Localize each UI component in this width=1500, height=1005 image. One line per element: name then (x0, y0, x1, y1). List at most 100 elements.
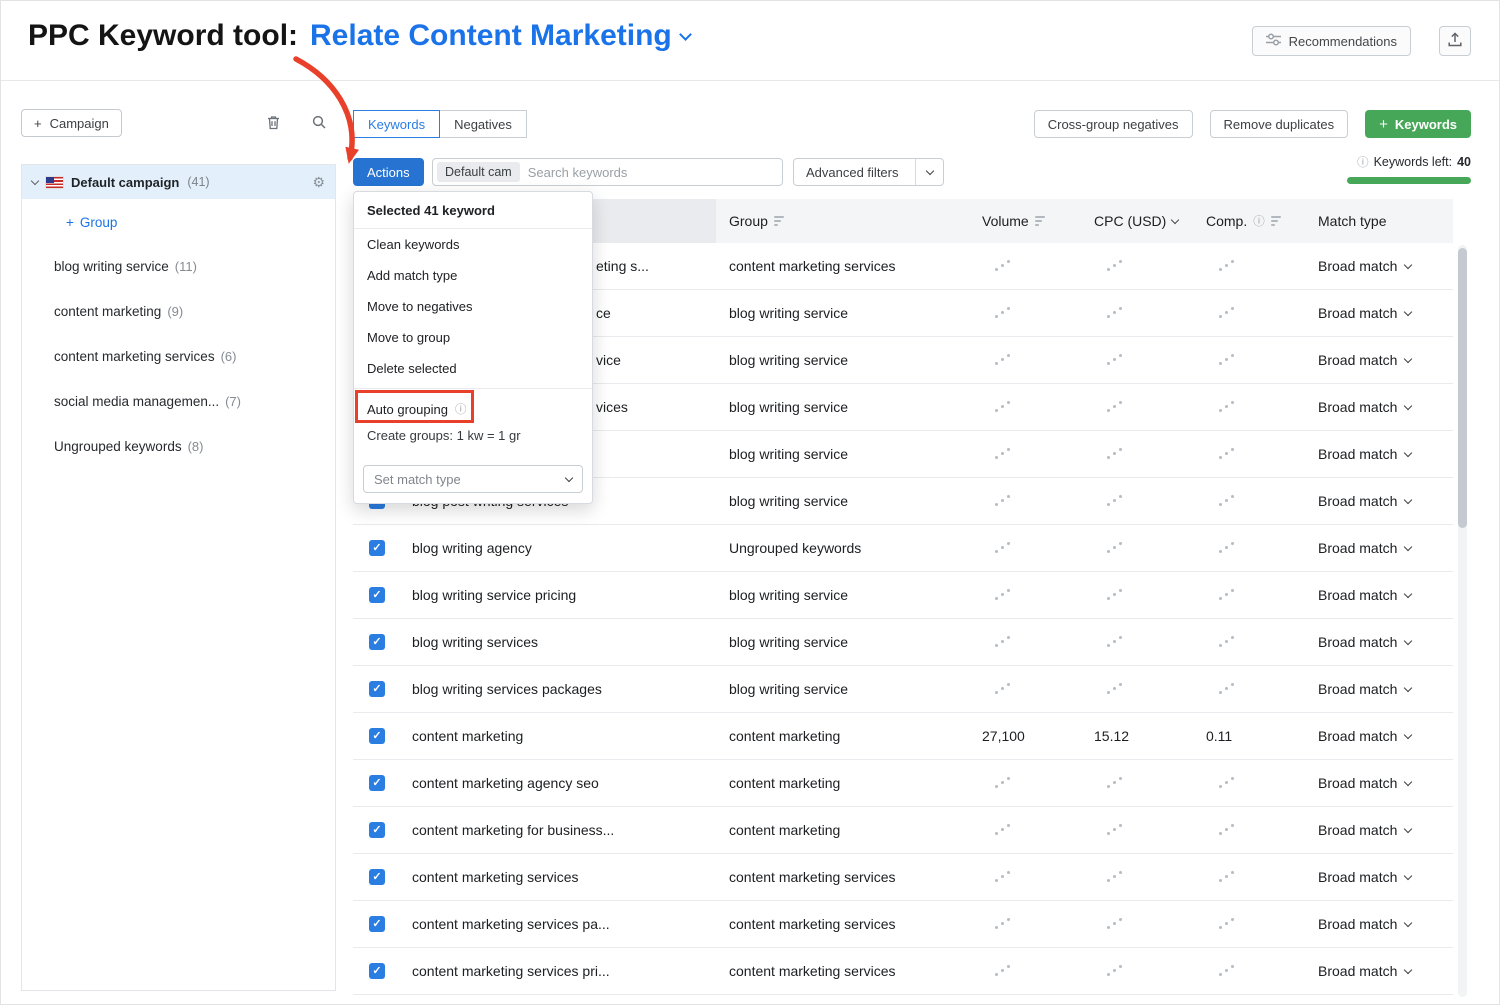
match-type-dropdown[interactable]: Broad match (1305, 822, 1445, 838)
na-dots-icon (1219, 589, 1234, 600)
add-campaign-button[interactable]: Campaign (21, 109, 122, 137)
menu-item[interactable]: Move to negatives (354, 291, 592, 322)
cpc-cell (1081, 822, 1193, 838)
table-row[interactable]: content marketing for business...content… (353, 807, 1453, 854)
match-type-dropdown[interactable]: Broad match (1305, 916, 1445, 932)
checkbox-checked-icon[interactable] (369, 587, 385, 603)
checkbox-checked-icon[interactable] (369, 775, 385, 791)
delete-campaign-button[interactable] (267, 115, 280, 133)
menu-item-auto-grouping[interactable]: Auto grouping (354, 393, 592, 425)
na-dots-icon (995, 401, 1010, 412)
na-dots-icon (1219, 401, 1234, 412)
row-checkbox-cell (353, 775, 401, 791)
menu-item[interactable]: Clean keywords (354, 229, 592, 260)
table-row[interactable]: content marketing agency seocontent mark… (353, 760, 1453, 807)
group-name: content marketing services (54, 349, 215, 364)
search-campaign-tag[interactable]: Default cam (437, 162, 520, 182)
menu-item[interactable]: Delete selected (354, 353, 592, 384)
tab-negatives[interactable]: Negatives (439, 110, 527, 138)
sidebar-group-item[interactable]: content marketing(9) (22, 289, 335, 334)
plus-icon (66, 215, 74, 230)
match-type-dropdown[interactable]: Broad match (1305, 681, 1445, 697)
na-dots-icon (1219, 871, 1234, 882)
group-count: (7) (225, 394, 241, 409)
checkbox-checked-icon[interactable] (369, 963, 385, 979)
na-dots-icon (1107, 965, 1122, 976)
remove-duplicates-button[interactable]: Remove duplicates (1210, 110, 1349, 138)
sidebar-group-item[interactable]: social media managemen...(7) (22, 379, 335, 424)
table-row[interactable]: blog writing agencyUngrouped keywordsBro… (353, 525, 1453, 572)
table-row[interactable]: content marketing servicescontent market… (353, 854, 1453, 901)
match-type-dropdown[interactable]: Broad match (1305, 963, 1445, 979)
match-type-dropdown[interactable]: Broad match (1305, 869, 1445, 885)
header-volume[interactable]: Volume (969, 213, 1081, 229)
table-row[interactable]: blog writing service pricingblog writing… (353, 572, 1453, 619)
campaign-selector[interactable]: Relate Content Marketing (310, 19, 690, 53)
header-group[interactable]: Group (716, 213, 969, 229)
checkbox-checked-icon[interactable] (369, 634, 385, 650)
cross-group-negatives-button[interactable]: Cross-group negatives (1034, 110, 1193, 138)
table-row[interactable]: content marketingcontent marketing27,100… (353, 713, 1453, 760)
app: PPC Keyword tool: Relate Content Marketi… (0, 0, 1500, 1005)
actions-button[interactable]: Actions (353, 158, 424, 186)
checkbox-checked-icon[interactable] (369, 869, 385, 885)
header-comp[interactable]: Comp. (1193, 213, 1305, 229)
advanced-filters-button[interactable]: Advanced filters (793, 158, 944, 186)
group-cell: Ungrouped keywords (716, 540, 969, 556)
gear-icon[interactable] (312, 174, 325, 191)
keyword-cell: content marketing agency seo (401, 775, 716, 791)
chevron-down-icon (1404, 824, 1412, 832)
table-row[interactable]: content marketing services pa...content … (353, 901, 1453, 948)
keyword-search-box[interactable]: Default cam (432, 158, 783, 186)
match-type-value: Broad match (1318, 587, 1397, 603)
match-type-dropdown[interactable]: Broad match (1305, 728, 1445, 744)
export-icon (1448, 32, 1462, 50)
match-type-dropdown[interactable]: Broad match (1305, 493, 1445, 509)
table-row[interactable]: content marketing services pri...content… (353, 948, 1453, 995)
na-dots-icon (1219, 448, 1234, 459)
menu-item[interactable]: Move to group (354, 322, 592, 353)
match-type-dropdown[interactable]: Broad match (1305, 634, 1445, 650)
checkbox-checked-icon[interactable] (369, 728, 385, 744)
add-keywords-button[interactable]: Keywords (1365, 110, 1471, 138)
match-type-dropdown[interactable]: Broad match (1305, 587, 1445, 603)
cpc-cell (1081, 352, 1193, 368)
table-row[interactable]: blog writing servicesblog writing servic… (353, 619, 1453, 666)
add-group-button[interactable]: Group (66, 215, 117, 230)
sidebar-group-item[interactable]: Ungrouped keywords(8) (22, 424, 335, 469)
checkbox-checked-icon[interactable] (369, 540, 385, 556)
table-row[interactable]: blog writing services packagesblog writi… (353, 666, 1453, 713)
keywords-left-value: 40 (1457, 155, 1471, 169)
checkbox-checked-icon[interactable] (369, 916, 385, 932)
match-type-dropdown[interactable]: Broad match (1305, 305, 1445, 321)
match-type-dropdown[interactable]: Broad match (1305, 399, 1445, 415)
sidebar-group-item[interactable]: content marketing services(6) (22, 334, 335, 379)
na-dots-icon (995, 589, 1010, 600)
match-type-dropdown[interactable]: Broad match (1305, 775, 1445, 791)
campaign-row-default[interactable]: Default campaign (41) (22, 165, 335, 199)
match-type-dropdown[interactable]: Broad match (1305, 258, 1445, 274)
volume-cell (969, 352, 1081, 368)
header-match-type-label: Match type (1318, 213, 1386, 229)
match-type-dropdown[interactable]: Broad match (1305, 446, 1445, 462)
match-type-dropdown[interactable]: Broad match (1305, 540, 1445, 556)
menu-item[interactable]: Add match type (354, 260, 592, 291)
header-cpc[interactable]: CPC (USD) (1081, 213, 1193, 229)
set-match-type-select[interactable]: Set match type (363, 465, 583, 493)
sidebar-group-item[interactable]: blog writing service(11) (22, 244, 335, 289)
na-dots-icon (995, 448, 1010, 459)
checkbox-checked-icon[interactable] (369, 681, 385, 697)
search-input[interactable] (528, 165, 778, 180)
table-scrollbar-thumb[interactable] (1458, 248, 1467, 528)
checkbox-checked-icon[interactable] (369, 822, 385, 838)
recommendations-button[interactable]: Recommendations (1252, 26, 1411, 56)
comp-cell (1193, 493, 1305, 509)
volume-cell (969, 258, 1081, 274)
export-button[interactable] (1439, 26, 1471, 56)
tab-keywords[interactable]: Keywords (353, 110, 440, 138)
chevron-down-icon (1404, 918, 1412, 926)
comp-cell: 0.11 (1193, 728, 1305, 744)
match-type-dropdown[interactable]: Broad match (1305, 352, 1445, 368)
sidebar-search-button[interactable] (312, 115, 326, 132)
volume-cell (969, 869, 1081, 885)
